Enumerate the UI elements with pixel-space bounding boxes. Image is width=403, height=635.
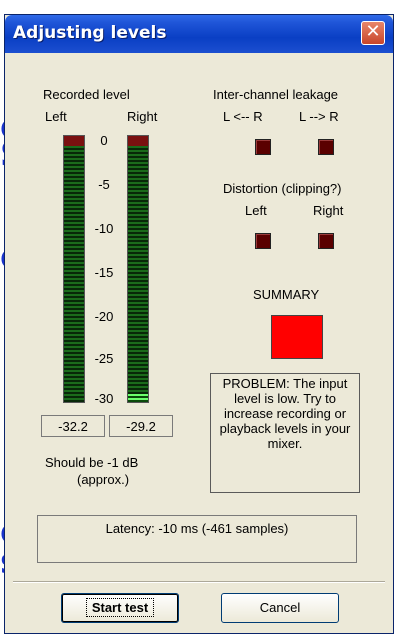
scale-tick: -20	[94, 309, 114, 324]
latency-readout: Latency: -10 ms (-461 samples)	[37, 515, 357, 563]
distortion-heading: Distortion (clipping?)	[223, 181, 342, 196]
right-level-readout: -29.2	[109, 415, 173, 437]
leakage-heading: Inter-channel leakage	[213, 87, 339, 102]
meter-scale-bars	[64, 146, 84, 402]
start-test-button[interactable]: Start test	[61, 593, 179, 623]
summary-message: PROBLEM: The input level is low. Try to …	[210, 373, 360, 493]
distortion-left-label: Left	[245, 203, 267, 218]
divider	[13, 581, 385, 583]
title-bar[interactable]: Adjusting levels ✕	[5, 15, 393, 53]
scale-tick: 0	[100, 133, 108, 148]
target-level-note: Should be -1 dB	[45, 455, 139, 470]
distortion-left-indicator	[255, 233, 271, 249]
scale-tick: -15	[94, 265, 114, 280]
leakage-left-label: L <-- R	[223, 109, 263, 124]
meter-scale-bars	[128, 146, 148, 402]
scale-tick: -5	[98, 177, 110, 192]
summary-status-indicator	[271, 315, 323, 359]
leakage-right-label: L --> R	[299, 109, 339, 124]
summary-heading: SUMMARY	[253, 287, 320, 302]
left-level-readout: -32.2	[41, 415, 105, 437]
cancel-button[interactable]: Cancel	[221, 593, 339, 623]
target-level-approx: (approx.)	[77, 472, 130, 487]
dialog-title: Adjusting levels	[13, 23, 167, 43]
distortion-right-indicator	[318, 233, 334, 249]
leakage-left-indicator	[255, 139, 271, 155]
right-level-meter	[127, 135, 149, 403]
scale-tick: -10	[94, 221, 114, 236]
left-channel-label: Left	[45, 109, 67, 124]
close-icon[interactable]: ✕	[361, 21, 385, 45]
left-level-meter	[63, 135, 85, 403]
scale-tick: -25	[94, 351, 114, 366]
right-channel-label: Right	[127, 109, 158, 124]
recorded-level-heading: Recorded level	[43, 87, 130, 102]
right-level-fill	[128, 394, 148, 402]
start-test-label: Start test	[85, 598, 155, 617]
adjusting-levels-dialog: Adjusting levels ✕ Recorded level Left R…	[4, 14, 394, 634]
distortion-right-label: Right	[313, 203, 344, 218]
leakage-right-indicator	[318, 139, 334, 155]
scale-tick: -30	[94, 391, 114, 406]
